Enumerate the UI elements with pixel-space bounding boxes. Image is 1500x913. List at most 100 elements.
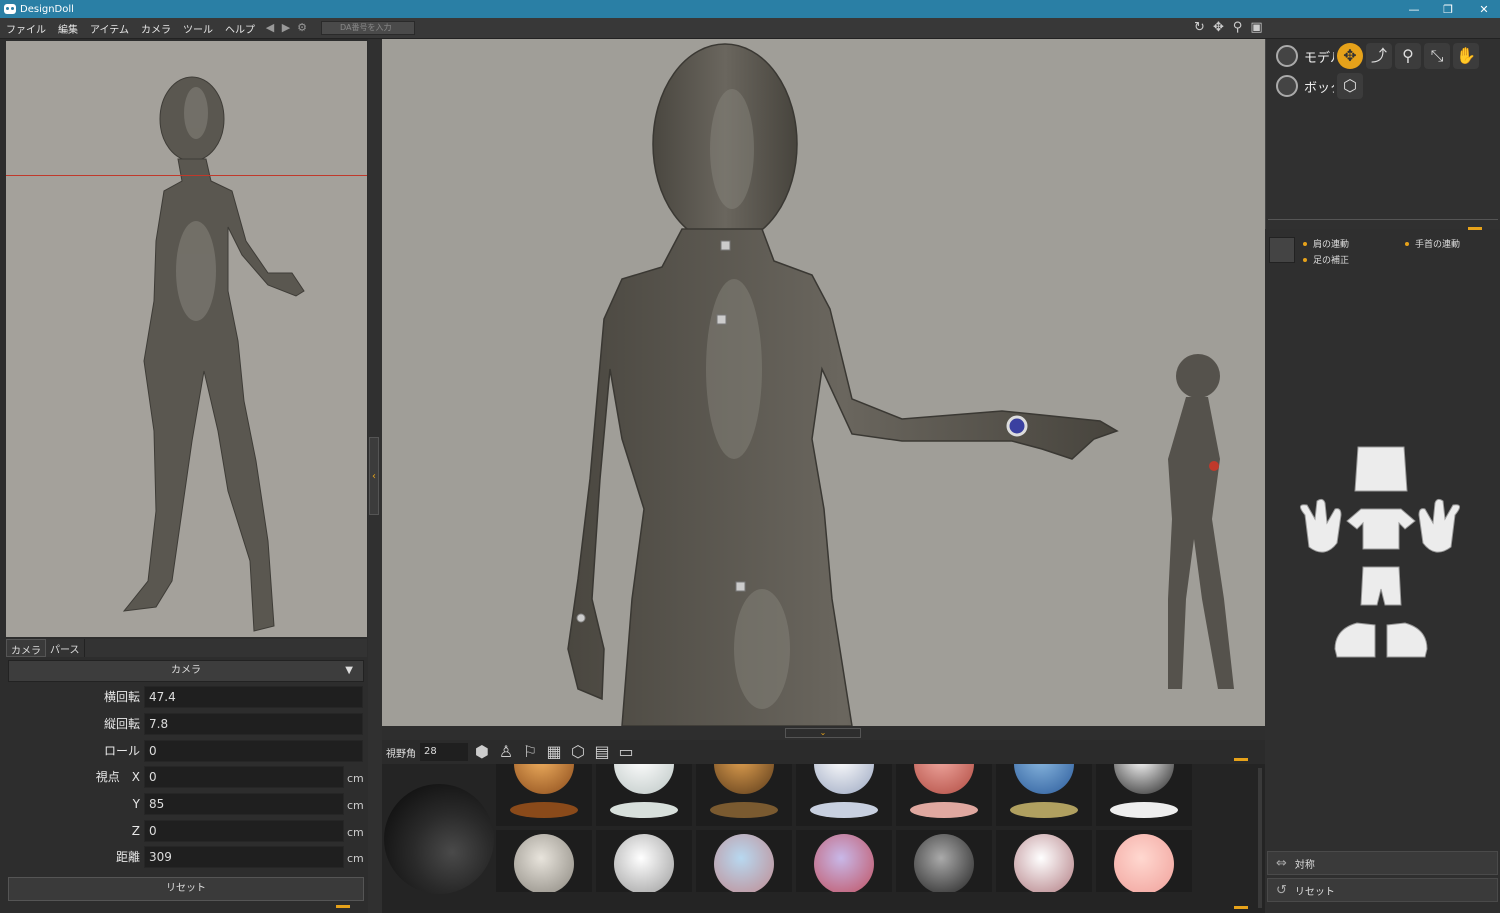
shoulder-link-option[interactable]: 肩の連動 xyxy=(1303,237,1349,250)
viewport-toolbar: 視野角 28 ⬢ ♙ ⚐ ▦ ⬡ ▤ ▭ xyxy=(382,740,1265,764)
film-strip-icon[interactable]: ▤ xyxy=(592,742,612,762)
menu-help[interactable]: ヘルプ xyxy=(219,21,261,36)
menu-edit[interactable]: 編集 xyxy=(52,21,84,36)
motion-settings-icon[interactable] xyxy=(1269,237,1295,263)
resize-grip[interactable] xyxy=(1234,758,1248,761)
legs-part-icon[interactable] xyxy=(1360,566,1402,606)
cube-view-icon[interactable]: ⬢ xyxy=(472,742,492,762)
camera-record-icon[interactable]: ⚙ xyxy=(295,22,309,34)
material-white-swatch[interactable] xyxy=(596,830,692,892)
joint-handle-hip[interactable] xyxy=(735,581,746,592)
tab-camera[interactable]: カメラ xyxy=(6,639,46,657)
model-label: モデル xyxy=(1304,50,1334,66)
grid-view-icon[interactable]: ▦ xyxy=(544,742,564,762)
title-bar: DesignDoll — ❐ ✕ xyxy=(0,0,1500,18)
wrist-link-option[interactable]: 手首の連動 xyxy=(1405,237,1460,250)
left-hand-part-icon[interactable] xyxy=(1418,498,1460,553)
collapse-bottom-button[interactable]: ⌄ xyxy=(785,728,861,738)
swap-arrows-icon: ⇔ xyxy=(1276,855,1287,871)
material-silver-swatch[interactable] xyxy=(796,764,892,826)
ik-handle-wrist[interactable] xyxy=(1006,415,1028,437)
right-hand-part-icon[interactable] xyxy=(1300,498,1342,553)
right-panel: モデル ✥ ⤴ ⚲ ⤡ ✋ ボックス ⬡ 肩の連動 手首の連動 足の補正 xyxy=(1265,39,1500,913)
material-rose-swatch[interactable] xyxy=(996,830,1092,892)
material-copper-swatch[interactable] xyxy=(496,764,592,826)
pose-tool-icon[interactable]: ⤴ xyxy=(1366,43,1392,69)
da-number-input[interactable]: DA番号を入力 xyxy=(321,21,415,35)
material-scrollbar[interactable] xyxy=(1258,768,1262,908)
material-blue-swatch[interactable] xyxy=(996,764,1092,826)
hand-tool-icon[interactable]: ✋ xyxy=(1453,43,1479,69)
main-viewport[interactable] xyxy=(382,39,1265,726)
box-view-icon[interactable]: ⬡ xyxy=(568,742,588,762)
figure-view-icon[interactable]: ♙ xyxy=(496,742,516,762)
material-bronze-swatch[interactable] xyxy=(696,764,792,826)
tab-perspective[interactable]: パース xyxy=(46,639,85,657)
left-foot-part-icon[interactable] xyxy=(1386,622,1428,658)
restore-button[interactable]: ❐ xyxy=(1430,0,1466,18)
prop-row-v-rotation: 縦回転 7.8 xyxy=(8,712,364,736)
zoom-tool-icon[interactable]: ⚲ xyxy=(1395,43,1421,69)
material-pink-swatch[interactable] xyxy=(796,830,892,892)
menu-tools[interactable]: ツール xyxy=(177,21,219,36)
box-tool-icon[interactable]: ⬡ xyxy=(1337,73,1363,99)
frame-icon[interactable]: ▭ xyxy=(616,742,636,762)
rotate-view-icon[interactable]: ↻ xyxy=(1192,20,1207,36)
resize-grip[interactable] xyxy=(1468,227,1482,230)
ik-handle-left-wrist[interactable] xyxy=(576,613,586,623)
prop-row-roll: ロール 0 xyxy=(8,739,364,763)
joint-handle-chest[interactable] xyxy=(716,314,727,325)
chevron-down-icon[interactable]: ▼ xyxy=(345,661,353,681)
pan-view-icon[interactable]: ✥ xyxy=(1211,20,1226,36)
head-part-icon[interactable] xyxy=(1354,446,1408,492)
foot-correction-option[interactable]: 足の補正 xyxy=(1303,253,1349,266)
camera-section-header[interactable]: カメラ ▼ xyxy=(8,660,364,682)
material-chrome-swatch[interactable] xyxy=(1096,764,1192,826)
resize-grip[interactable] xyxy=(1234,906,1248,909)
field-label: Y xyxy=(132,797,140,811)
resize-grip[interactable] xyxy=(336,905,350,908)
close-button[interactable]: ✕ xyxy=(1466,0,1500,18)
prop-row-view-z: Z 0 cm xyxy=(8,819,364,843)
material-dark-swatch[interactable] xyxy=(896,830,992,892)
undo-arrow-icon[interactable]: ◀ xyxy=(263,22,277,34)
view-x-input[interactable]: 0 xyxy=(144,766,344,788)
material-red-swatch[interactable] xyxy=(896,764,992,826)
material-skin-swatch[interactable] xyxy=(1096,830,1192,892)
menu-item[interactable]: アイテム xyxy=(84,21,135,36)
material-iridescent-swatch[interactable] xyxy=(696,830,792,892)
h-rotation-input[interactable]: 47.4 xyxy=(144,686,363,708)
scale-tool-icon[interactable]: ⤡ xyxy=(1424,43,1450,69)
v-rotation-input[interactable]: 7.8 xyxy=(144,713,363,735)
symmetry-button[interactable]: ⇔ 対称 xyxy=(1267,851,1498,875)
camera-reset-button[interactable]: リセット xyxy=(8,877,364,901)
pose-view-icon[interactable]: ⚐ xyxy=(520,742,540,762)
box-gear-icon[interactable] xyxy=(1276,75,1298,97)
preview-viewport[interactable] xyxy=(6,41,367,637)
model-gear-icon[interactable] xyxy=(1276,45,1298,67)
view-z-input[interactable]: 0 xyxy=(144,820,344,842)
material-grey-swatch[interactable] xyxy=(496,830,592,892)
joint-handle-neck[interactable] xyxy=(720,240,731,251)
roll-input[interactable]: 0 xyxy=(144,740,363,762)
screenshot-icon[interactable]: ▣ xyxy=(1249,20,1264,36)
right-foot-part-icon[interactable] xyxy=(1334,622,1376,658)
reset-pose-button[interactable]: ↺ リセット xyxy=(1267,878,1498,902)
move-tool-icon[interactable]: ✥ xyxy=(1337,43,1363,69)
menu-camera[interactable]: カメラ xyxy=(135,21,177,36)
prop-row-h-rotation: 横回転 47.4 xyxy=(8,685,364,709)
minimize-button[interactable]: — xyxy=(1396,0,1432,18)
material-panel xyxy=(382,758,1265,913)
distance-input[interactable]: 309 xyxy=(144,846,344,868)
box-label: ボックス xyxy=(1304,80,1334,96)
redo-arrow-icon[interactable]: ▶ xyxy=(279,22,293,34)
zoom-view-icon[interactable]: ⚲ xyxy=(1230,20,1245,36)
view-y-input[interactable]: 85 xyxy=(144,793,344,815)
torso-part-icon[interactable] xyxy=(1346,508,1416,550)
panel-slider[interactable] xyxy=(1268,219,1498,229)
app-logo-icon xyxy=(4,4,16,14)
material-pearl-swatch[interactable] xyxy=(596,764,692,826)
menu-file[interactable]: ファイル xyxy=(0,21,52,36)
collapse-left-handle[interactable]: ‹ xyxy=(369,437,379,515)
fov-input[interactable]: 28 xyxy=(420,743,468,761)
